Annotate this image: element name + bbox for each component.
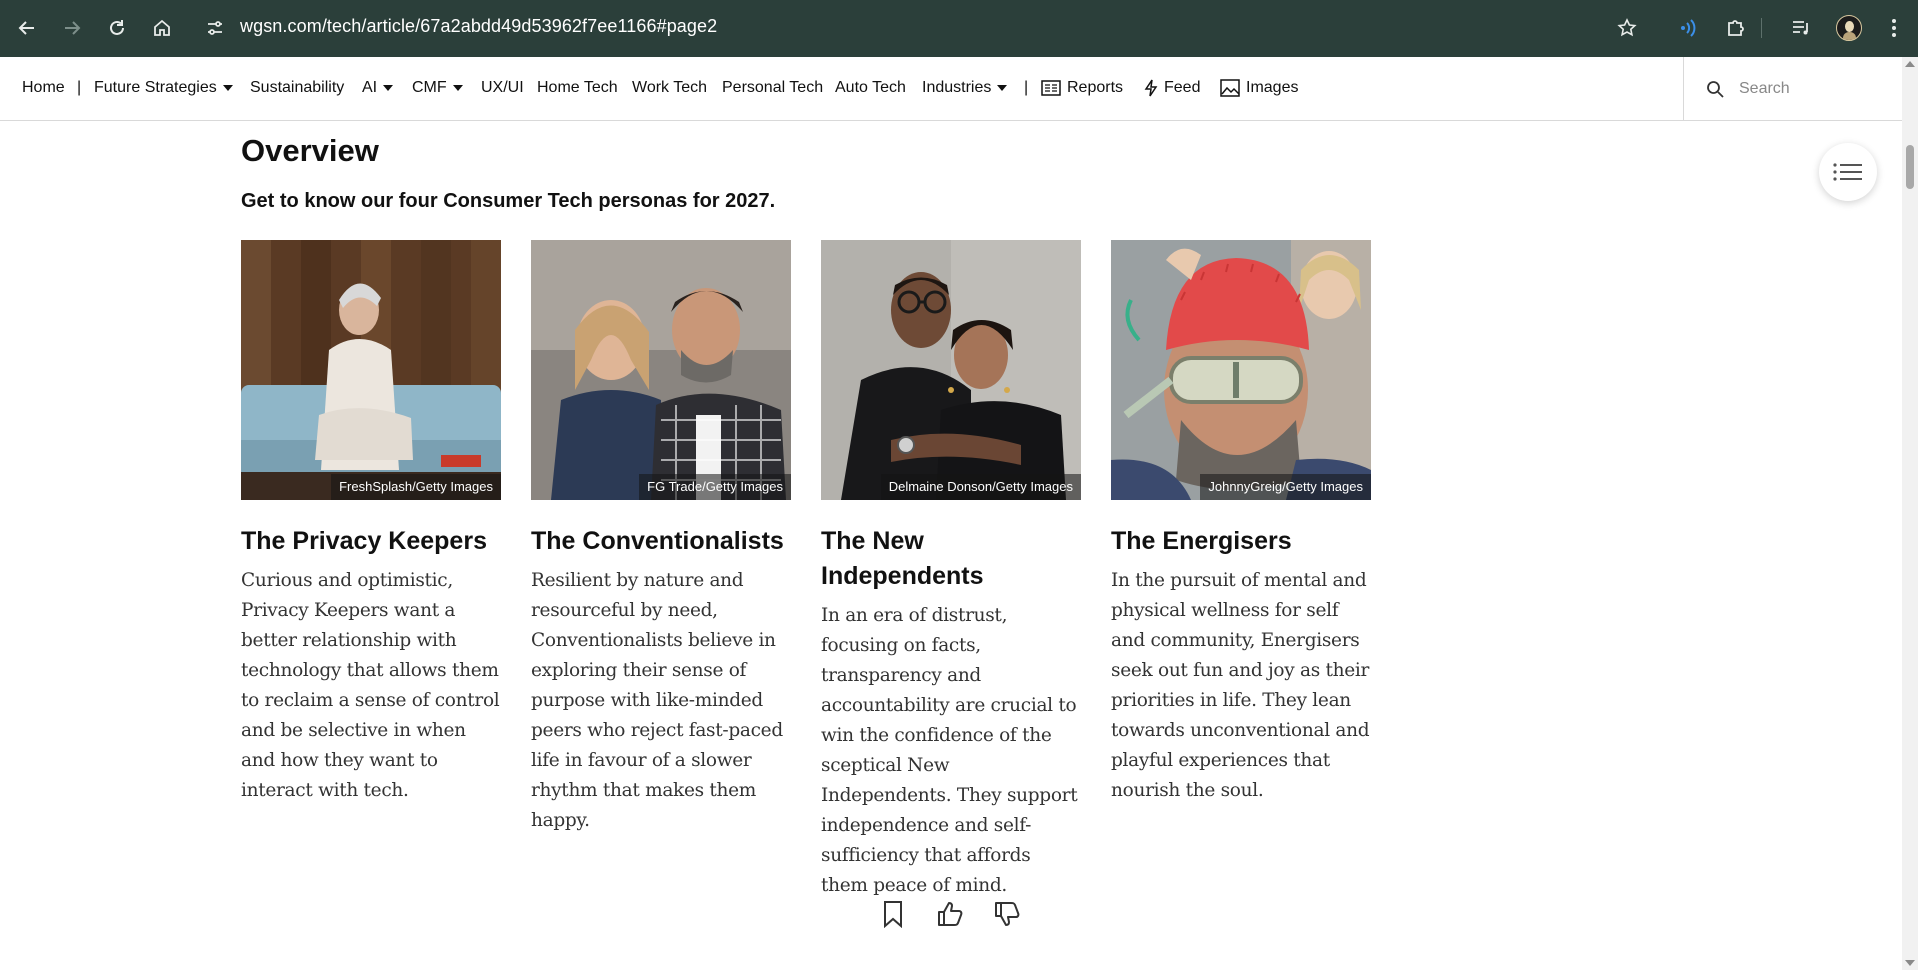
nav-cmf[interactable]: CMF [412, 79, 463, 97]
save-article-button[interactable] [875, 896, 911, 932]
playlist-icon [1793, 21, 1808, 35]
nav-future-strategies[interactable]: Future Strategies [94, 79, 233, 97]
privacy-keepers-photo [241, 240, 501, 500]
nav-home-tech[interactable]: Home Tech [537, 79, 618, 97]
search-icon [1707, 81, 1724, 98]
nav-industries[interactable]: Industries [922, 79, 1008, 97]
list-icon [1833, 163, 1862, 181]
nav-auto-tech[interactable]: Auto Tech [835, 79, 906, 97]
browser-toolbar: wgsn.com/tech/article/67a2abdd49d53962f7… [0, 0, 1918, 57]
nav-ai[interactable]: AI [362, 79, 394, 97]
persona-title: The New Independents [821, 527, 984, 590]
reports-icon [1041, 80, 1061, 96]
persona-description: In an era of distrust, focusing on facts… [821, 605, 1078, 896]
reload-icon [110, 20, 124, 35]
lightning-icon [1144, 79, 1158, 97]
broadcast-icon [1681, 19, 1696, 37]
photo-credit: Delmaine Donson/Getty Images [880, 474, 1081, 500]
persona-title: The Energisers [1111, 527, 1292, 555]
tune-icon [208, 21, 222, 35]
thumbs-down-icon [995, 902, 1020, 926]
more-vertical-icon [1892, 19, 1896, 37]
home-button[interactable] [148, 14, 176, 42]
nav-separator: | [1024, 79, 1029, 96]
persona-photo: FG Trade/Getty Images [531, 240, 791, 500]
nav-home[interactable]: Home [22, 79, 65, 97]
browser-menu-button[interactable] [1880, 14, 1908, 42]
address-bar[interactable]: wgsn.com/tech/article/67a2abdd49d53962f7… [240, 16, 717, 37]
persona-photo: FreshSplash/Getty Images [241, 240, 501, 500]
energisers-photo [1111, 240, 1371, 500]
persona-card: JohnnyGreig/Getty Images The Energisers … [1111, 240, 1371, 806]
search-input[interactable]: Search [1739, 80, 1790, 98]
persona-description: Resilient by nature and resourceful by n… [531, 570, 783, 831]
star-icon [1617, 18, 1637, 37]
scroll-up-icon[interactable] [1905, 61, 1915, 67]
caret-down-icon [997, 85, 1008, 91]
photo-credit: FreshSplash/Getty Images [331, 474, 501, 500]
reload-button[interactable] [103, 14, 131, 42]
page-scrollbar[interactable] [1902, 57, 1918, 970]
nav-feed[interactable]: Feed [1144, 79, 1200, 97]
nav-personal-tech[interactable]: Personal Tech [722, 79, 823, 97]
persona-photo: JohnnyGreig/Getty Images [1111, 240, 1371, 500]
media-controls-button[interactable] [1787, 14, 1815, 42]
persona-card: FG Trade/Getty Images The Conventionalis… [531, 240, 791, 836]
like-button[interactable] [932, 896, 968, 932]
bookmark-icon [884, 901, 902, 928]
new-independents-photo [821, 240, 1081, 500]
table-of-contents-button[interactable] [1819, 143, 1877, 201]
image-icon [1220, 79, 1240, 97]
caret-down-icon [222, 85, 233, 91]
nav-reports[interactable]: Reports [1041, 79, 1123, 97]
persona-description: Curious and optimistic, Privacy Keepers … [241, 570, 500, 801]
toolbar-divider [1761, 18, 1762, 38]
arrow-right-icon [65, 21, 81, 35]
thumbs-up-icon [938, 902, 963, 926]
search-box[interactable]: Search [1683, 57, 1902, 121]
puzzle-icon [1728, 20, 1744, 36]
site-navigation: Home | Future Strategies Sustainability … [0, 57, 1902, 121]
persona-title: The Privacy Keepers [241, 527, 487, 555]
nav-separator: | [77, 79, 82, 96]
persona-photo: Delmaine Donson/Getty Images [821, 240, 1081, 500]
extensions-button[interactable] [1722, 14, 1750, 42]
persona-description: In the pursuit of mental and physical we… [1111, 570, 1370, 801]
persona-card: Delmaine Donson/Getty Images The New Ind… [821, 240, 1081, 901]
dislike-button[interactable] [989, 896, 1025, 932]
nav-ux-ui[interactable]: UX/UI [481, 79, 524, 97]
photo-credit: FG Trade/Getty Images [639, 474, 791, 500]
profile-avatar[interactable] [1836, 15, 1862, 41]
bookmark-star-button[interactable] [1613, 14, 1641, 42]
section-subtitle: Get to know our four Consumer Tech perso… [241, 190, 776, 212]
photo-credit: JohnnyGreig/Getty Images [1200, 474, 1371, 500]
nav-images[interactable]: Images [1220, 79, 1298, 97]
section-heading: Overview [241, 133, 379, 168]
scrollbar-thumb[interactable] [1906, 145, 1914, 189]
read-aloud-button[interactable] [1675, 14, 1703, 42]
caret-down-icon [452, 85, 463, 91]
caret-down-icon [383, 85, 394, 91]
scroll-down-icon[interactable] [1905, 960, 1915, 966]
back-button[interactable] [13, 14, 41, 42]
arrow-left-icon [18, 21, 34, 35]
home-icon [154, 19, 170, 36]
persona-title: The Conventionalists [531, 527, 784, 555]
persona-card: FreshSplash/Getty Images The Privacy Kee… [241, 240, 501, 806]
site-info-button[interactable] [201, 14, 229, 42]
forward-button[interactable] [58, 14, 86, 42]
nav-sustainability[interactable]: Sustainability [250, 79, 344, 97]
conventionalists-photo [531, 240, 791, 500]
nav-work-tech[interactable]: Work Tech [632, 79, 707, 97]
